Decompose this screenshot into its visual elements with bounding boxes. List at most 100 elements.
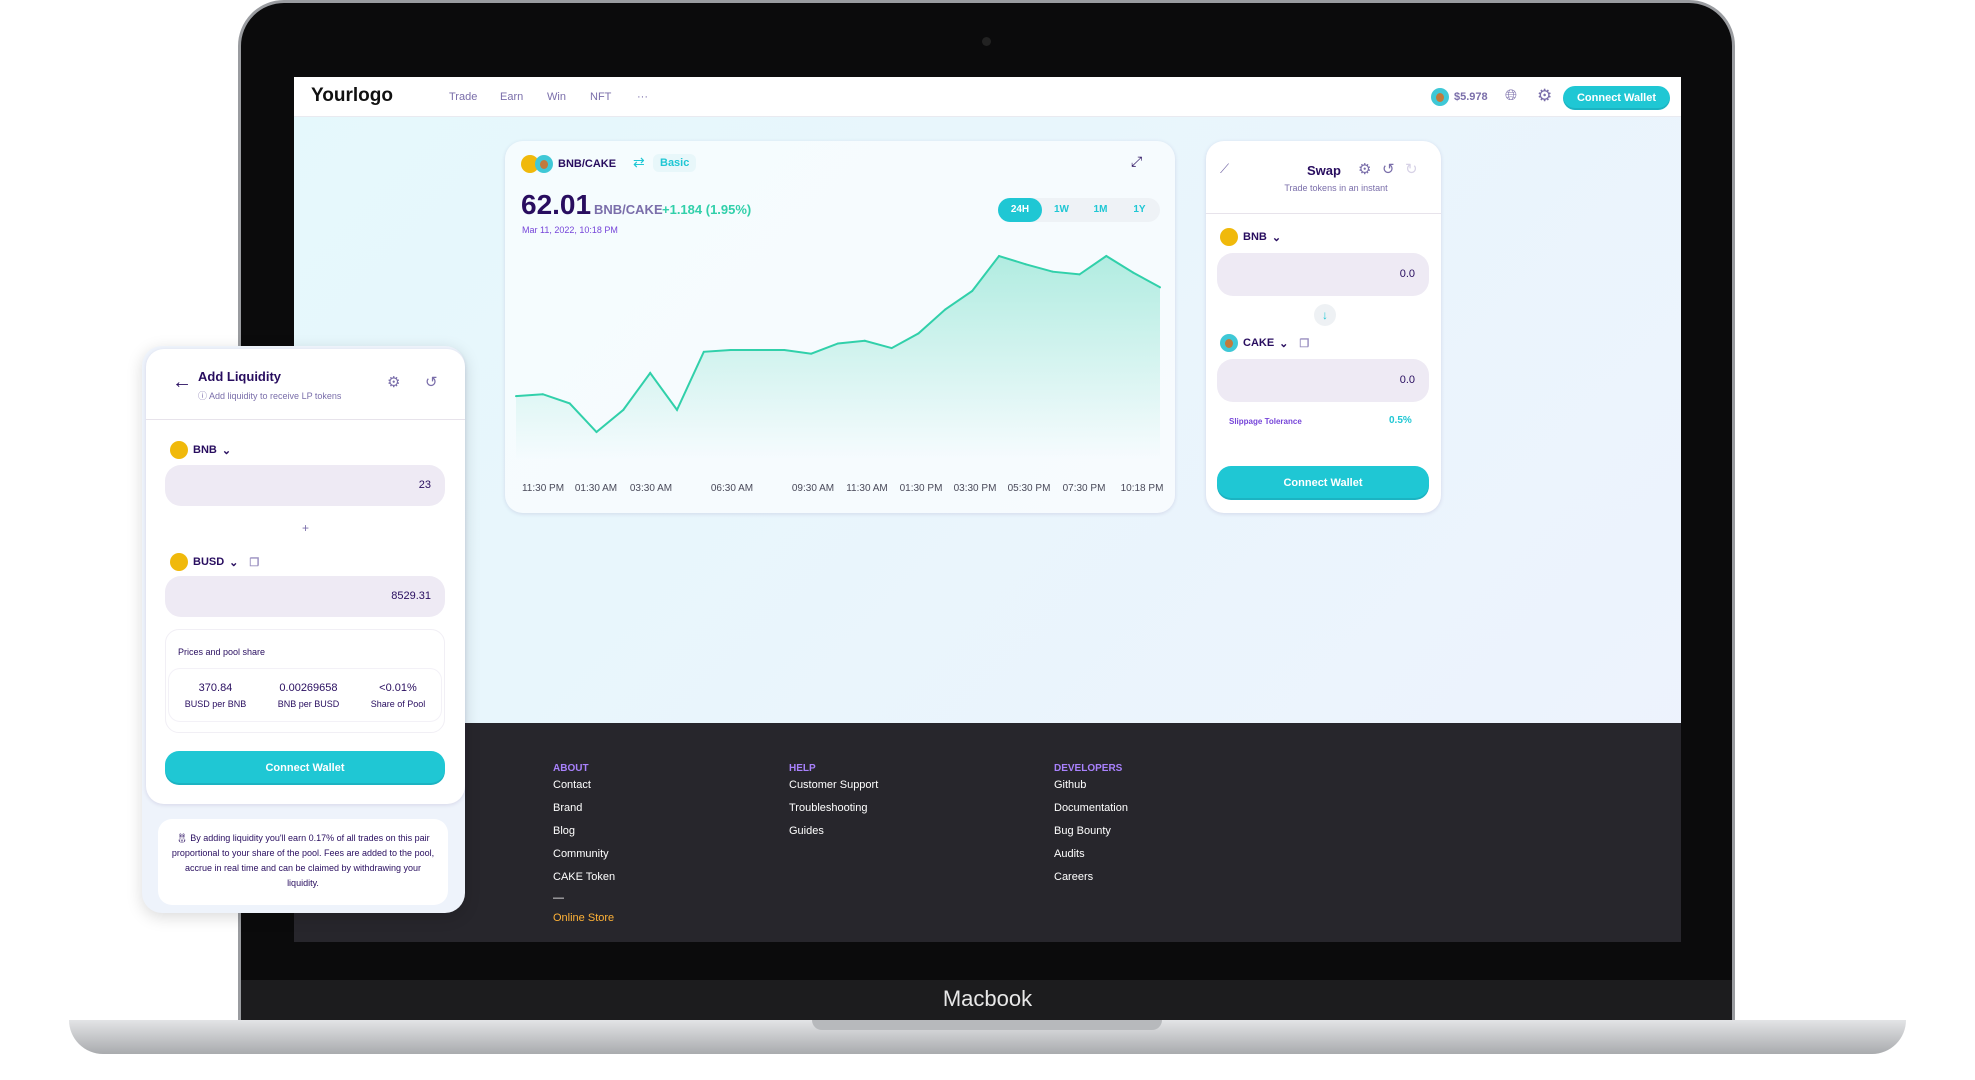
data-point[interactable] (917, 332, 920, 335)
liquidity-subtitle: ⓘ Add liquidity to receive LP tokens (198, 389, 341, 402)
copy-icon[interactable]: ❐ (1299, 337, 1309, 350)
data-point[interactable] (568, 402, 571, 405)
footer-link[interactable]: CAKE Token (553, 871, 615, 883)
switch-direction-button[interactable]: ↓ (1314, 304, 1336, 326)
copy-icon[interactable]: ❐ (249, 556, 259, 569)
data-point[interactable] (729, 348, 732, 351)
slippage-value[interactable]: 0.5% (1389, 415, 1412, 426)
history-icon[interactable]: ↺ (425, 373, 438, 391)
footer-link[interactable]: Guides (789, 825, 824, 837)
data-point[interactable] (890, 347, 893, 350)
help-icon[interactable]: ⓘ (198, 391, 209, 401)
bunny-icon: 🐰︎ (176, 833, 191, 843)
chevron-down-icon: ⌄ (221, 444, 232, 457)
online-store-link[interactable]: Online Store (553, 912, 614, 924)
data-point[interactable] (702, 350, 705, 353)
stat-value: 370.84 (198, 681, 233, 694)
data-point[interactable] (1078, 273, 1081, 276)
footer-link[interactable]: Community (553, 848, 609, 860)
footer-col-developers: DEVELOPERS Github Documentation Bug Boun… (1054, 763, 1128, 883)
footer-link[interactable]: Customer Support (789, 779, 878, 791)
price-chart (515, 254, 1161, 460)
from-token-select[interactable]: BNB ⌄ (1220, 228, 1281, 246)
add-liquidity-panel: ← Add Liquidity ⓘ Add liquidity to recei… (142, 346, 465, 913)
plus-icon: + (301, 521, 309, 535)
x-tick-label: 01:30 AM (574, 483, 618, 494)
settings-icon[interactable]: ⚙ (387, 373, 400, 391)
slippage-label: Slippage Tolerance (1229, 417, 1302, 426)
stat-bnb-per-busd: 0.00269658 BNB per BUSD (278, 682, 340, 709)
data-point[interactable] (676, 408, 678, 411)
prices-label: Prices and pool share (178, 647, 266, 657)
data-point[interactable] (1159, 286, 1161, 289)
footer-link[interactable]: Careers (1054, 871, 1093, 883)
data-point[interactable] (837, 342, 839, 345)
info-text: By adding liquidity you'll earn 0.17% of… (171, 833, 435, 888)
data-point[interactable] (783, 348, 786, 351)
token-b-select[interactable]: BUSD ⌄ ❐ (170, 553, 259, 571)
token-a-amount-input[interactable]: 23 (165, 465, 445, 506)
data-point[interactable] (998, 255, 1000, 257)
data-point[interactable] (541, 393, 544, 396)
data-point[interactable] (1105, 255, 1108, 257)
data-point[interactable] (649, 372, 652, 375)
data-point[interactable] (756, 348, 759, 351)
data-point[interactable] (595, 431, 598, 433)
data-point[interactable] (1024, 263, 1027, 266)
footer-link[interactable]: Documentation (1054, 802, 1128, 814)
footer-heading: HELP (789, 763, 816, 774)
price-stats: 370.84 BUSD per BNB 0.00269658 BNB per BUS… (168, 668, 442, 722)
footer: ABOUT Contact Brand Blog Community CAKE … (294, 723, 1681, 942)
footer-col-about: ABOUT Contact Brand Blog Community CAKE … (553, 763, 615, 924)
x-tick-label: 10:18 PM (1120, 483, 1164, 494)
laptop-notch (812, 1020, 1162, 1030)
liquidity-title: Add Liquidity (198, 369, 282, 384)
token-b-amount-input[interactable]: 8529.31 (165, 576, 445, 617)
data-point[interactable] (1132, 271, 1135, 274)
x-tick-label: 03:30 AM (629, 483, 673, 494)
chevron-down-icon: ⌄ (1279, 337, 1289, 350)
footer-link[interactable]: Brand (553, 802, 582, 814)
settings-icon[interactable]: ⚙ (1358, 160, 1371, 178)
from-amount-input[interactable]: 0.0 (1217, 253, 1429, 296)
data-point[interactable] (971, 290, 974, 293)
add-liquidity-card: ← Add Liquidity ⓘ Add liquidity to recei… (146, 349, 465, 804)
data-point[interactable] (944, 308, 947, 311)
footer-link[interactable]: Bug Bounty (1054, 825, 1111, 837)
token-a-label: BNB (193, 444, 217, 456)
stat-value: <0.01% (379, 681, 417, 694)
data-point[interactable] (515, 395, 517, 398)
data-point[interactable] (863, 339, 866, 342)
to-token-label: CAKE (1243, 337, 1275, 349)
swap-subtitle: Trade tokens in an instant (1284, 183, 1388, 193)
swap-connect-wallet-button[interactable]: Connect Wallet (1217, 466, 1429, 500)
refresh-icon[interactable]: ↻ (1405, 160, 1418, 178)
footer-link[interactable]: Github (1054, 779, 1086, 791)
stat-value: 0.00269658 (279, 681, 338, 694)
data-point[interactable] (1051, 270, 1054, 273)
camera (982, 37, 991, 46)
busd-token-icon (170, 553, 188, 571)
to-token-select[interactable]: CAKE ⌄ ❐ (1220, 334, 1309, 352)
divider (1206, 213, 1441, 214)
stat-label: Share of Pool (370, 698, 426, 709)
token-b-label: BUSD (193, 556, 225, 568)
history-icon[interactable]: ↺ (1382, 160, 1395, 178)
back-arrow-icon[interactable]: ← (172, 371, 192, 394)
data-point[interactable] (622, 408, 625, 411)
stat-share-of-pool: <0.01% Share of Pool (371, 682, 426, 709)
liquidity-connect-wallet-button[interactable]: Connect Wallet (165, 751, 445, 785)
footer-divider: — (553, 892, 564, 904)
footer-link[interactable]: Blog (553, 825, 575, 837)
footer-link[interactable]: Contact (553, 779, 591, 791)
cake-token-icon (1220, 334, 1238, 352)
token-a-select[interactable]: BNB ⌄ (170, 441, 231, 459)
footer-link[interactable]: Audits (1054, 848, 1085, 860)
footer-link[interactable]: Troubleshooting (789, 802, 867, 814)
data-point[interactable] (810, 352, 813, 355)
swap-card: ⟋ Swap ⚙ ↺ ↻ Trade tokens in an instant … (1206, 141, 1441, 513)
x-tick-label: 07:30 PM (1062, 483, 1106, 494)
chevron-down-icon: ⌄ (229, 556, 239, 569)
to-amount-input[interactable]: 0.0 (1217, 359, 1429, 402)
stat-busd-per-bnb: 370.84 BUSD per BNB (185, 682, 247, 709)
